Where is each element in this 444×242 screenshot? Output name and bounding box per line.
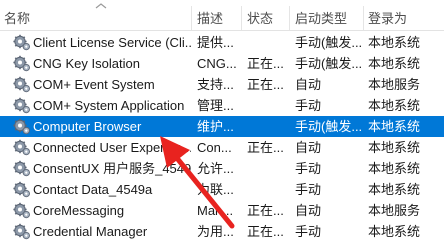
- service-log-on-as: 本地系统: [368, 98, 421, 113]
- column-divider[interactable]: [241, 6, 242, 30]
- service-status: [247, 95, 287, 116]
- service-startup-type: 手动: [295, 161, 322, 176]
- service-status: 正在...: [247, 203, 284, 218]
- service-startup-type: 手动: [295, 98, 322, 113]
- service-gear-icon: [13, 97, 31, 114]
- service-name: Client License Service (Cli...: [33, 35, 191, 50]
- service-name: COM+ System Application: [33, 98, 185, 113]
- service-row[interactable]: COM+ Event System 支持... 正在... 自动 本地服务: [0, 74, 444, 95]
- service-description: 维护...: [197, 119, 234, 134]
- service-status: 正在...: [247, 224, 284, 239]
- service-gear-icon: [13, 139, 31, 156]
- service-description: 为用...: [197, 224, 234, 239]
- service-log-on-as: 本地系统: [368, 182, 421, 197]
- service-row[interactable]: Connected User Experien... Con... 正在... …: [0, 137, 444, 158]
- service-startup-type: 自动: [295, 140, 322, 155]
- service-log-on-as: 本地系统: [368, 56, 421, 71]
- service-row[interactable]: Credential Manager 为用... 正在... 手动 本地系统: [0, 221, 444, 242]
- service-startup-type: 自动: [295, 77, 322, 92]
- service-gear-icon: [13, 55, 31, 72]
- service-row[interactable]: CNG Key Isolation CNG... 正在... 手动(触发... …: [0, 53, 444, 74]
- service-log-on-as: 本地系统: [368, 161, 421, 176]
- service-startup-type: 手动: [295, 224, 322, 239]
- service-description: CNG...: [197, 56, 237, 71]
- service-row[interactable]: Contact Data_4549a 为联... 手动 本地系统: [0, 179, 444, 200]
- service-name: COM+ Event System: [33, 77, 155, 92]
- service-name: Connected User Experien...: [33, 140, 191, 155]
- service-log-on-as: 本地系统: [368, 140, 421, 155]
- service-status: 正在...: [247, 77, 284, 92]
- service-gear-icon: [13, 34, 31, 51]
- service-gear-icon: [13, 181, 31, 198]
- service-name: CNG Key Isolation: [33, 56, 140, 71]
- service-startup-type: 自动: [295, 203, 322, 218]
- column-divider[interactable]: [191, 6, 192, 30]
- service-startup-type: 手动(触发...: [295, 119, 361, 134]
- service-row[interactable]: Client License Service (Cli... 提供... 手动(…: [0, 32, 444, 53]
- column-header-bar: 名称 描述 状态 启动类型 登录为: [0, 0, 444, 31]
- service-status: 正在...: [247, 56, 284, 71]
- service-description: 允许...: [197, 161, 234, 176]
- service-row[interactable]: COM+ System Application 管理... 手动 本地系统: [0, 95, 444, 116]
- service-log-on-as: 本地系统: [368, 119, 421, 134]
- service-name: Computer Browser: [33, 119, 142, 134]
- column-header-log-on-as[interactable]: 登录为: [364, 0, 444, 30]
- service-log-on-as: 本地系统: [368, 224, 421, 239]
- service-description: 为联...: [197, 182, 234, 197]
- service-description: Con...: [197, 140, 232, 155]
- service-row-selected[interactable]: Computer Browser 维护... 手动(触发... 本地系统: [0, 116, 444, 137]
- service-gear-icon: [13, 223, 31, 240]
- service-gear-icon: [13, 118, 31, 135]
- service-name: Credential Manager: [33, 224, 148, 239]
- service-description: 提供...: [197, 35, 234, 50]
- service-status: [247, 116, 287, 137]
- service-status: 正在...: [247, 140, 284, 155]
- service-row[interactable]: ConsentUX 用户服务_4549a 允许... 手动 本地系统: [0, 158, 444, 179]
- service-description: 管理...: [197, 98, 234, 113]
- service-status: [247, 158, 287, 179]
- service-startup-type: 手动: [295, 182, 322, 197]
- service-description: Man...: [197, 203, 234, 218]
- service-log-on-as: 本地服务: [368, 77, 421, 92]
- column-divider[interactable]: [289, 6, 290, 30]
- service-startup-type: 手动(触发...: [295, 56, 361, 71]
- service-gear-icon: [13, 76, 31, 93]
- service-log-on-as: 本地服务: [368, 203, 421, 218]
- service-name: CoreMessaging: [33, 203, 125, 218]
- service-status: [247, 179, 287, 200]
- column-header-name[interactable]: 名称: [0, 0, 190, 30]
- service-startup-type: 手动(触发...: [295, 35, 361, 50]
- service-status: [247, 32, 287, 53]
- service-name: Contact Data_4549a: [33, 182, 153, 197]
- column-header-status[interactable]: 状态: [243, 0, 289, 30]
- service-gear-icon: [13, 160, 31, 177]
- service-description: 支持...: [197, 77, 234, 92]
- service-name: ConsentUX 用户服务_4549a: [33, 161, 191, 176]
- column-header-description[interactable]: 描述: [193, 0, 241, 30]
- service-gear-icon: [13, 202, 31, 219]
- column-header-startup-type[interactable]: 启动类型: [291, 0, 363, 30]
- service-row[interactable]: CoreMessaging Man... 正在... 自动 本地服务: [0, 200, 444, 221]
- service-log-on-as: 本地系统: [368, 35, 421, 50]
